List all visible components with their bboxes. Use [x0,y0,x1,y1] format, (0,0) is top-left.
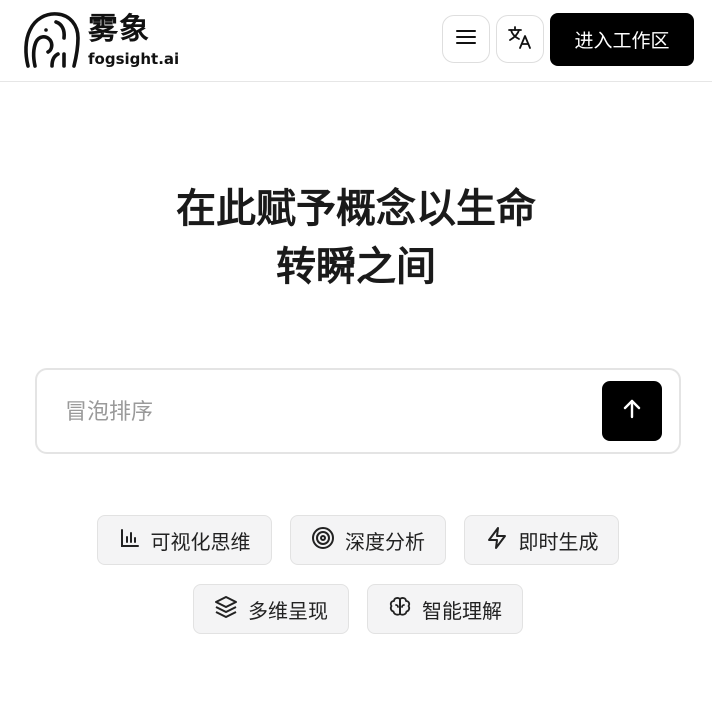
bar-chart-icon [119,527,141,554]
feature-label: 深度分析 [345,529,425,554]
language-button[interactable] [496,15,544,63]
hero-line-1: 在此赋予概念以生命 [176,186,536,232]
hero-line-2: 转瞬之间 [276,244,436,290]
feature-label: 可视化思维 [150,529,251,554]
brand-domain: fogsight.ai [88,50,180,68]
hero-title: 在此赋予概念以生命 转瞬之间 [0,180,712,296]
feature-chip-visual-thinking[interactable]: 可视化思维 [97,515,272,565]
target-icon [311,526,335,555]
feature-chip-smart-understanding[interactable]: 智能理解 [367,584,523,634]
feature-label: 多维呈现 [248,598,328,623]
elephant-icon[interactable] [22,10,82,70]
brain-icon [388,595,412,624]
prompt-input[interactable] [65,394,585,430]
feature-label: 即时生成 [518,529,599,554]
layers-icon [214,595,238,624]
submit-button[interactable] [602,381,662,441]
menu-button[interactable] [442,15,490,63]
prompt-box [35,368,681,454]
arrow-up-icon [619,396,645,426]
feature-chip-instant-generation[interactable]: 即时生成 [464,515,619,565]
feature-chip-deep-analysis[interactable]: 深度分析 [290,515,446,565]
top-header: 雾象 fogsight.ai 进入工作区 [0,0,712,82]
translate-icon [506,23,534,55]
lightning-icon [485,526,509,555]
brand-name: 雾象 [88,12,150,47]
feature-label: 智能理解 [422,598,502,623]
feature-chip-multidimensional[interactable]: 多维呈现 [193,584,349,634]
enter-workspace-button[interactable]: 进入工作区 [550,13,694,66]
hamburger-icon [454,25,478,53]
